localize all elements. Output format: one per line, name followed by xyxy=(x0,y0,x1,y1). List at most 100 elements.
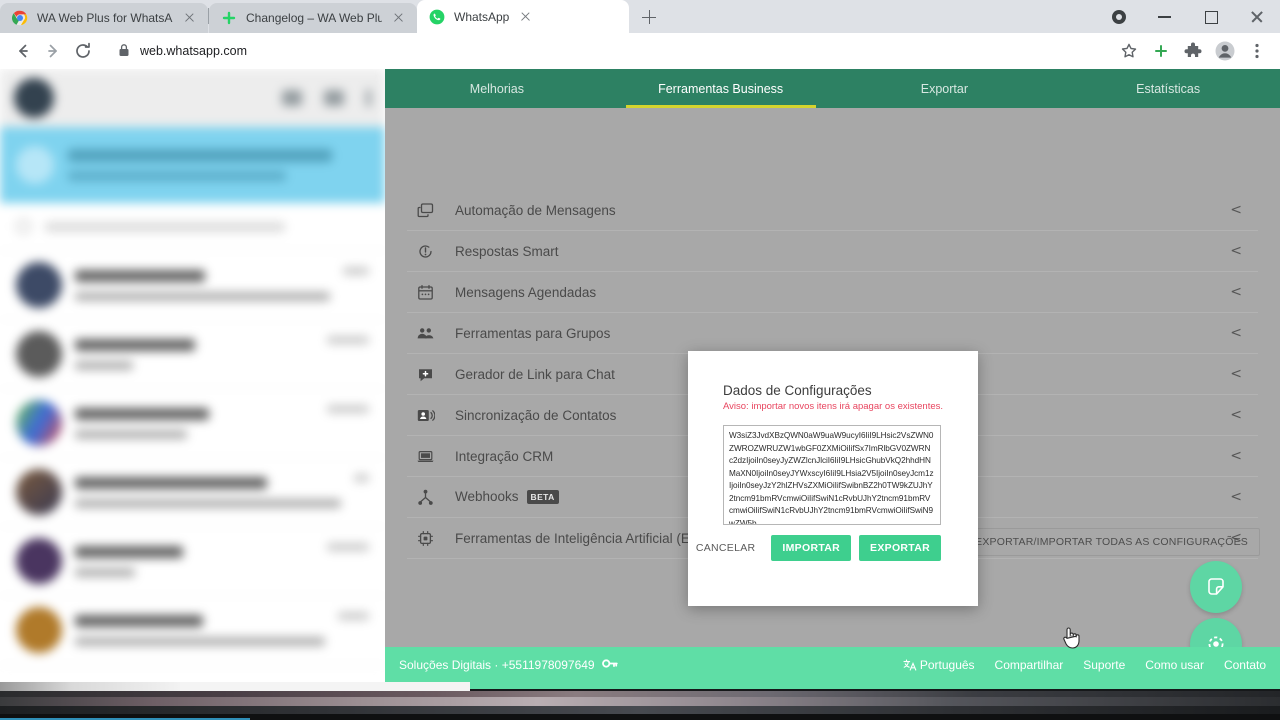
chevron-left-icon[interactable]: < xyxy=(1230,244,1242,258)
close-window-button[interactable] xyxy=(1234,0,1280,33)
tab-label: Estatísticas xyxy=(1136,81,1201,96)
copy-messages-icon xyxy=(415,200,435,220)
footer-link-suporte[interactable]: Suporte xyxy=(1083,658,1125,672)
menu-item-label: Sincronização de Contatos xyxy=(455,407,617,423)
list-item[interactable] xyxy=(0,458,385,527)
chrome-menu-icon[interactable] xyxy=(1242,36,1272,66)
tab-close-icon[interactable] xyxy=(518,9,534,25)
notification-banner[interactable] xyxy=(0,127,385,203)
tab-label: Ferramentas Business xyxy=(658,81,784,96)
extension-footer: Soluções Digitais · +5511978097649 Portu… xyxy=(385,647,1280,682)
browser-tab-title: WhatsApp xyxy=(454,9,510,24)
webhook-node-icon xyxy=(415,487,435,507)
account-avatar-icon[interactable] xyxy=(1210,36,1240,66)
group-people-icon xyxy=(415,323,435,343)
avatar[interactable] xyxy=(14,78,54,118)
menu-item-automacao-de-mensagens[interactable]: Automação de Mensagens < xyxy=(407,190,1258,231)
chevron-left-icon[interactable]: < xyxy=(1230,490,1242,504)
tab-melhorias[interactable]: Melhorias xyxy=(385,69,609,108)
menu-item-text: Webhooks xyxy=(455,489,519,505)
menu-item-label: Mensagens Agendadas xyxy=(455,284,597,300)
browser-tab-2[interactable]: WhatsApp xyxy=(417,0,629,33)
status-icon[interactable] xyxy=(282,90,302,106)
bookmark-star-icon[interactable] xyxy=(1114,36,1144,66)
chevron-left-icon[interactable]: < xyxy=(1230,408,1242,422)
chevron-left-icon[interactable]: < xyxy=(1230,449,1242,463)
crm-laptop-icon xyxy=(415,446,435,466)
menu-item-respostas-smart[interactable]: Respostas Smart < xyxy=(407,231,1258,272)
dialog-actions: CANCELAR IMPORTAR EXPORTAR xyxy=(696,535,941,561)
lock-icon xyxy=(118,43,130,60)
menu-item-mensagens-agendadas[interactable]: Mensagens Agendadas < xyxy=(407,272,1258,313)
tab-close-icon[interactable] xyxy=(182,10,198,26)
export-button[interactable]: EXPORTAR xyxy=(859,535,941,561)
menu-item-label: Automação de Mensagens xyxy=(455,202,616,218)
chevron-left-icon[interactable]: < xyxy=(1230,326,1242,340)
sticker-fab-button[interactable] xyxy=(1190,561,1242,613)
chat-search-input[interactable] xyxy=(0,203,385,251)
menu-item-label: Webhooks BETA xyxy=(455,489,559,504)
minimize-button[interactable] xyxy=(1142,0,1188,33)
menu-item-label: Ferramentas para Grupos xyxy=(455,325,611,341)
cancel-button[interactable]: CANCELAR xyxy=(688,536,764,560)
sticker-icon xyxy=(1205,576,1227,598)
window-controls xyxy=(1096,0,1280,33)
import-button[interactable]: IMPORTAR xyxy=(771,535,852,561)
tab-close-icon[interactable] xyxy=(391,10,407,26)
beta-badge: BETA xyxy=(526,489,559,504)
toolbar-right-actions xyxy=(1114,36,1272,66)
language-selector[interactable]: Português xyxy=(902,657,975,672)
address-text: web.whatsapp.com xyxy=(140,44,248,58)
page-viewport: Melhorias Ferramentas Business Exportar … xyxy=(0,69,1280,682)
video-artifact-band xyxy=(0,682,1280,720)
key-icon[interactable] xyxy=(601,657,618,673)
maximize-button[interactable] xyxy=(1188,0,1234,33)
list-item[interactable] xyxy=(0,527,385,596)
address-bar[interactable]: web.whatsapp.com xyxy=(106,38,1106,64)
settings-data-textarea[interactable] xyxy=(723,425,941,525)
search-icon xyxy=(16,219,31,234)
list-item[interactable] xyxy=(0,251,385,320)
chevron-left-icon[interactable]: < xyxy=(1230,285,1242,299)
tab-estatisticas[interactable]: Estatísticas xyxy=(1056,69,1280,108)
list-item[interactable] xyxy=(0,389,385,458)
browser-tab-title: Changelog – WA Web Plus xyxy=(246,11,382,25)
browser-toolbar: web.whatsapp.com xyxy=(0,33,1280,69)
browser-tab-0[interactable]: WA Web Plus for WhatsApp™ - C xyxy=(0,3,208,33)
green-plus-icon xyxy=(221,10,237,26)
whatsapp-chat-sidebar[interactable] xyxy=(0,69,385,682)
whatsapp-icon xyxy=(429,9,445,25)
chevron-left-icon[interactable]: < xyxy=(1230,367,1242,381)
contact-sync-icon xyxy=(415,405,435,425)
footer-link-compartilhar[interactable]: Compartilhar xyxy=(995,658,1064,672)
list-item[interactable] xyxy=(0,320,385,389)
profile-dot-icon[interactable] xyxy=(1096,0,1142,33)
plus-circle-icon[interactable] xyxy=(1146,36,1176,66)
browser-tab-1[interactable]: Changelog – WA Web Plus xyxy=(209,3,417,33)
dialog-warning-text: Aviso: importar novos itens irá apagar o… xyxy=(723,401,944,412)
new-tab-button[interactable] xyxy=(635,3,663,31)
extensions-puzzle-icon[interactable] xyxy=(1178,36,1208,66)
calendar-icon xyxy=(415,282,435,302)
tab-ferramentas-business[interactable]: Ferramentas Business xyxy=(609,69,833,108)
tab-exportar[interactable]: Exportar xyxy=(833,69,1057,108)
new-chat-icon[interactable] xyxy=(324,90,344,106)
reload-icon[interactable] xyxy=(68,36,98,66)
browser-tab-title: WA Web Plus for WhatsApp™ - C xyxy=(37,11,173,25)
chevron-left-icon[interactable]: < xyxy=(1230,203,1242,217)
export-import-all-settings-button[interactable]: EXPORTAR/IMPORTAR TODAS AS CONFIGURAÇÕES xyxy=(963,528,1260,556)
footer-link-contato[interactable]: Contato xyxy=(1224,658,1266,672)
forward-arrow-icon[interactable] xyxy=(38,36,68,66)
extension-tab-bar: Melhorias Ferramentas Business Exportar … xyxy=(385,69,1280,108)
back-arrow-icon[interactable] xyxy=(8,36,38,66)
menu-item-label: Respostas Smart xyxy=(455,243,559,259)
menu-item-ferramentas-para-grupos[interactable]: Ferramentas para Grupos < xyxy=(407,313,1258,354)
browser-tab-strip: WA Web Plus for WhatsApp™ - C Changelog … xyxy=(0,0,1280,33)
list-item[interactable] xyxy=(0,596,385,665)
tab-label: Exportar xyxy=(920,81,968,96)
smart-reply-icon xyxy=(415,241,435,261)
menu-dots-icon[interactable] xyxy=(366,89,371,107)
language-label: Português xyxy=(919,657,975,672)
footer-link-como-usar[interactable]: Como usar xyxy=(1145,658,1204,672)
menu-item-label: Gerador de Link para Chat xyxy=(455,366,615,382)
